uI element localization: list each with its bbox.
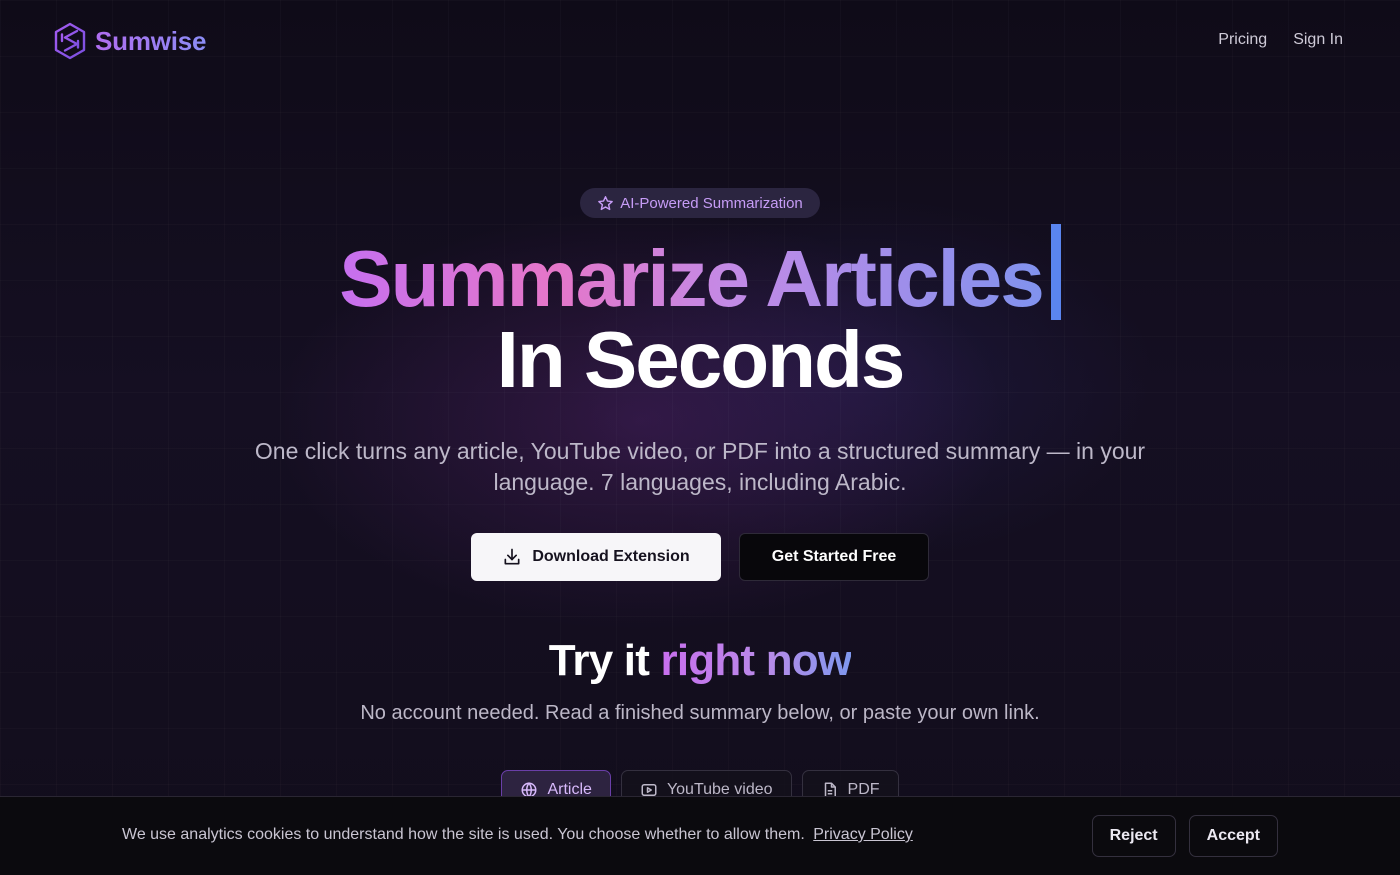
get-started-button[interactable]: Get Started Free — [739, 533, 929, 581]
try-title-highlight: right now — [660, 636, 853, 685]
try-title: Try it right now — [0, 636, 1400, 686]
nav-pricing-link[interactable]: Pricing — [1218, 31, 1267, 49]
site-header: Sumwise Pricing Sign In — [0, 0, 1400, 82]
cookie-accept-button[interactable]: Accept — [1188, 815, 1278, 857]
cookie-reject-button[interactable]: Reject — [1091, 815, 1176, 857]
ai-badge: AI-Powered Summarization — [580, 188, 820, 218]
download-icon — [504, 548, 520, 565]
cookie-message-container: We use analytics cookies to understand h… — [122, 826, 913, 844]
nav-sign-in-link[interactable]: Sign In — [1293, 31, 1343, 49]
headline-line1: Summarize Articles — [339, 239, 1049, 319]
try-subtitle: No account needed. Read a finished summa… — [360, 702, 1040, 724]
hero-section: AI-Powered Summarization Summarize Artic… — [0, 188, 1400, 581]
typing-cursor — [1050, 224, 1061, 320]
try-section: Try it right now No account needed. Read… — [0, 636, 1400, 810]
hero-headline: Summarize Articles In Seconds — [0, 224, 1400, 400]
try-title-plain: Try it — [548, 636, 650, 685]
top-nav: Pricing Sign In — [1218, 31, 1343, 49]
cookie-message: We use analytics cookies to understand h… — [122, 826, 805, 843]
download-extension-label: Download Extension — [532, 548, 690, 565]
brand-name: Sumwise — [95, 25, 207, 56]
get-started-label: Get Started Free — [771, 548, 897, 565]
cookie-banner: We use analytics cookies to understand h… — [0, 796, 1400, 875]
hero-cta-group: Download Extension Get Started Free — [0, 533, 1400, 581]
headline-line2: In Seconds — [496, 315, 906, 404]
badge-label: AI-Powered Summarization — [620, 194, 803, 212]
hero-subtitle: One click turns any article, YouTube vid… — [254, 438, 1146, 495]
brand-logo-link[interactable]: Sumwise — [53, 22, 207, 60]
cookie-actions: Reject Accept — [1091, 815, 1278, 857]
privacy-policy-link[interactable]: Privacy Policy — [813, 826, 913, 843]
download-extension-button[interactable]: Download Extension — [471, 533, 721, 581]
sumwise-logo-icon — [54, 22, 86, 60]
star-icon — [598, 195, 614, 210]
